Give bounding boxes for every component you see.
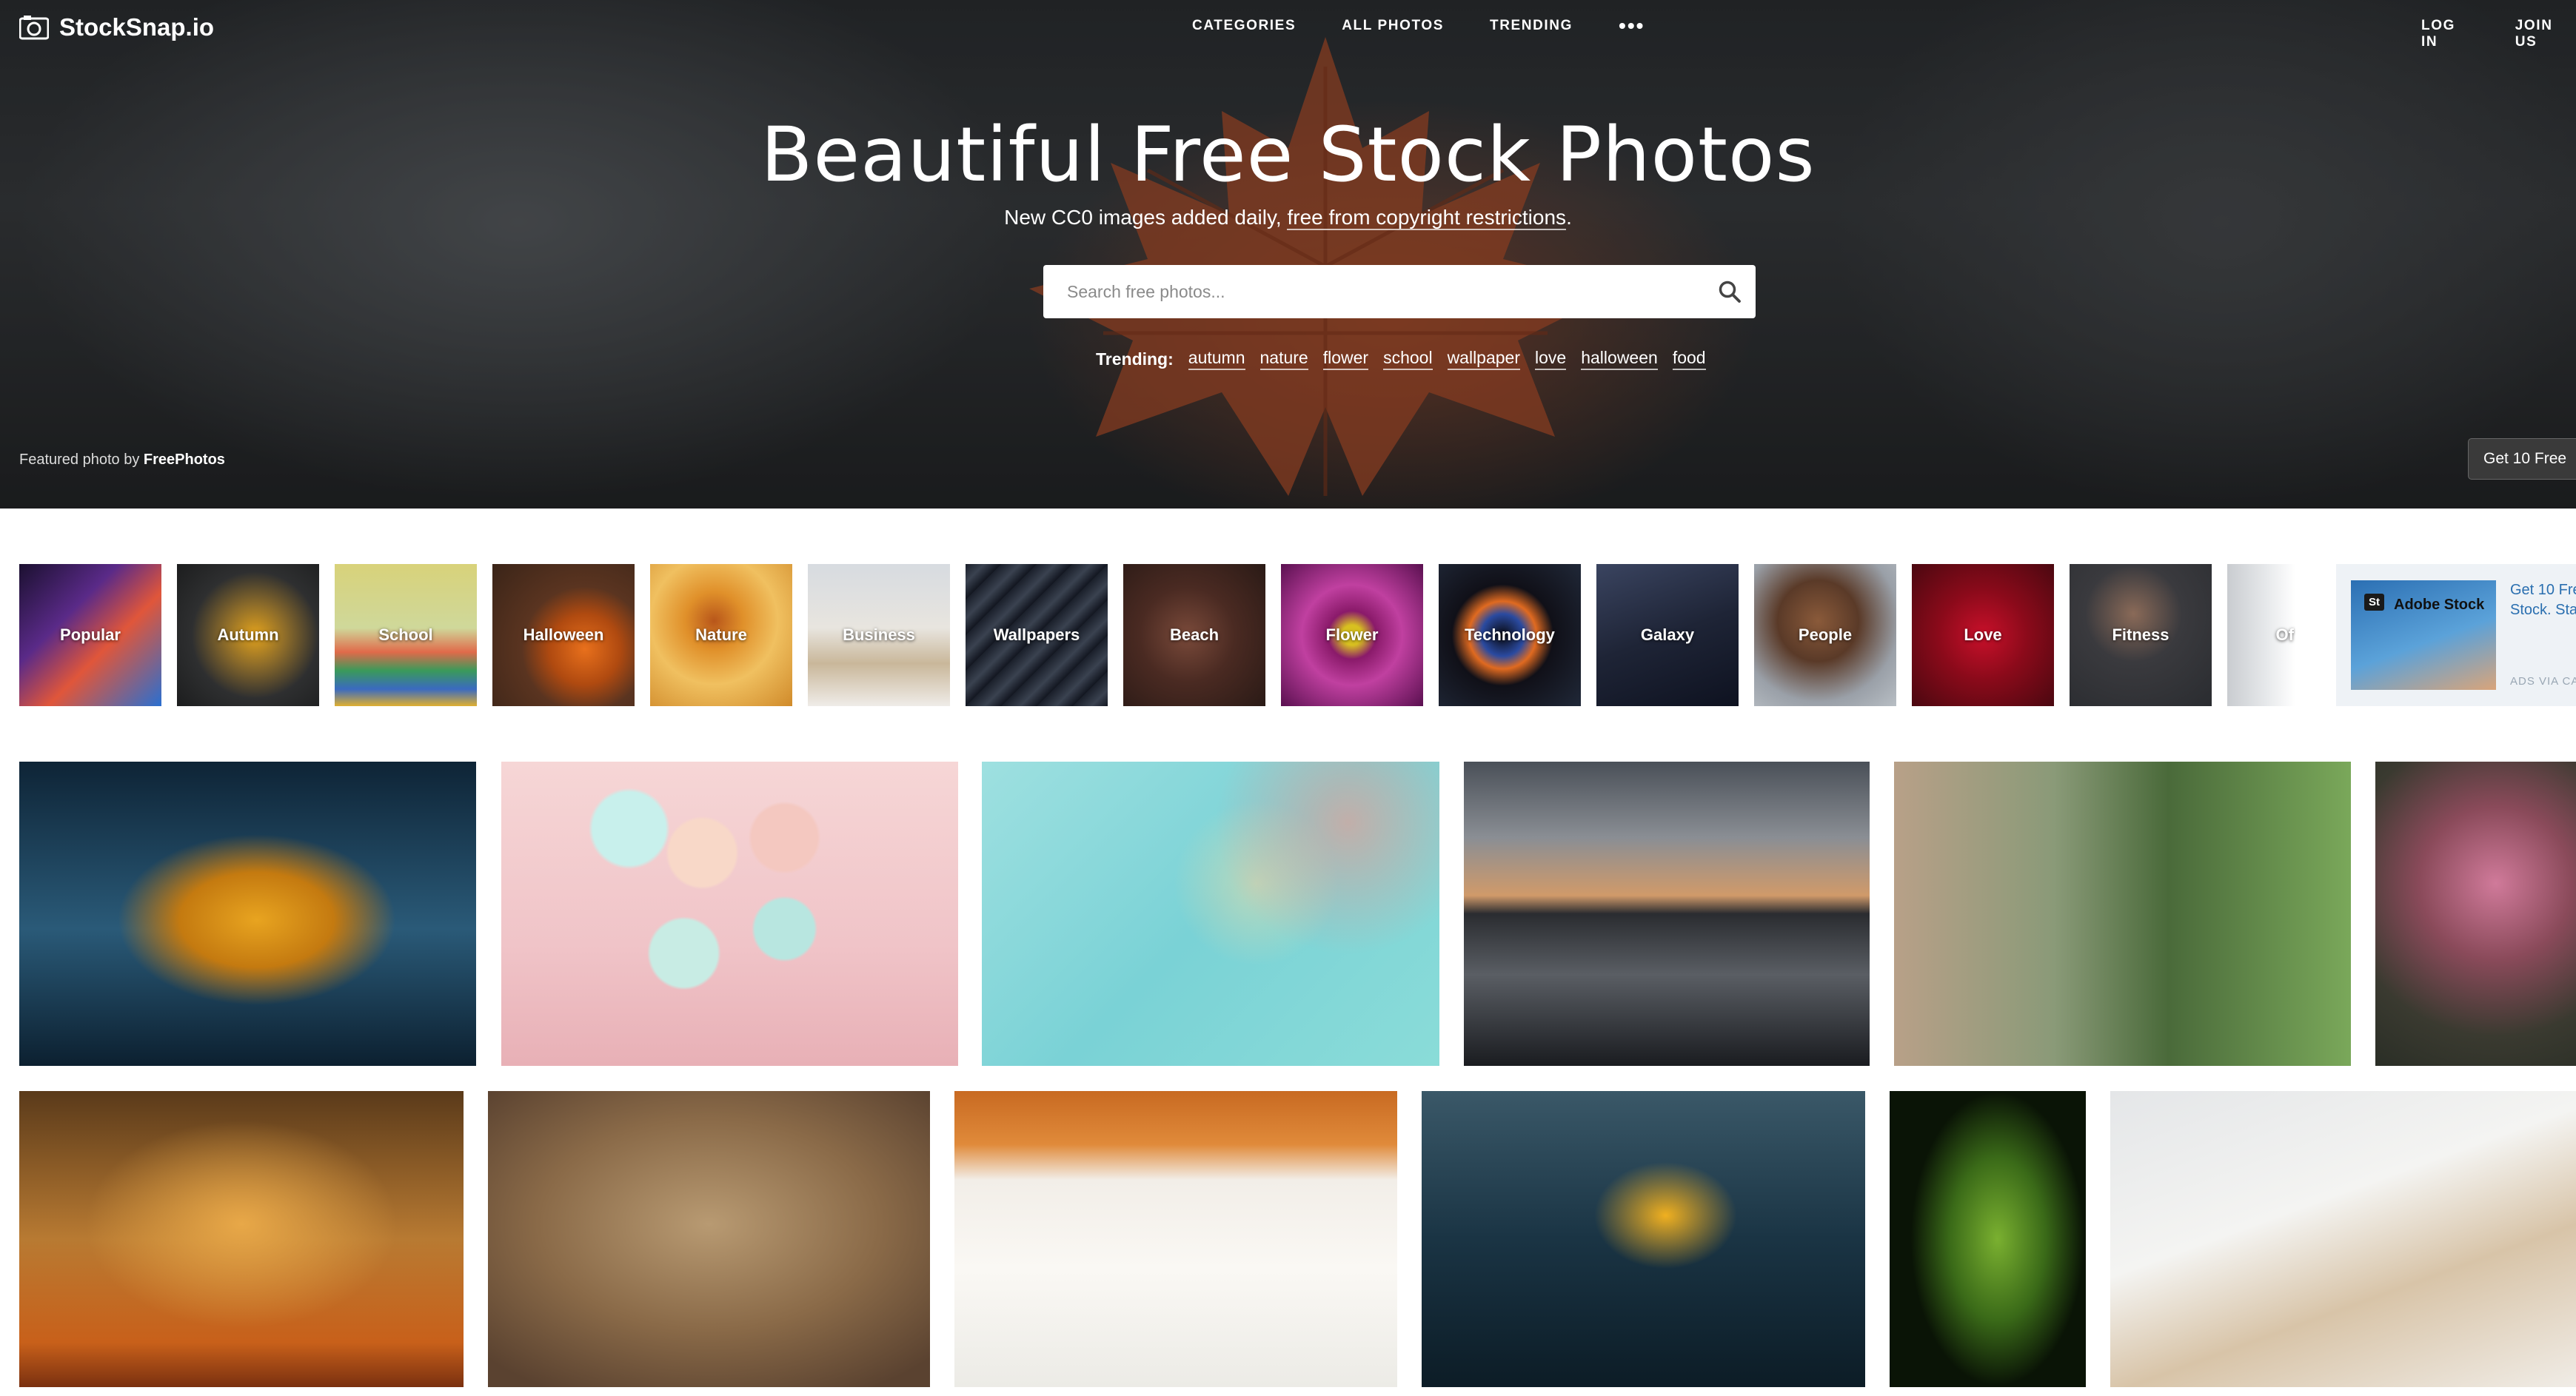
hero-overlay [0, 0, 2576, 509]
trending-tag[interactable]: flower [1322, 348, 1369, 370]
category-label: Popular [60, 625, 121, 644]
photo-confetti[interactable] [982, 762, 1439, 1066]
subtitle-text: New CC0 images added daily, [1004, 206, 1288, 229]
join-link[interactable]: JOIN US [2515, 18, 2576, 50]
trending-tag[interactable]: food [1672, 348, 1706, 370]
search-input[interactable] [1065, 269, 1704, 315]
hero-subtitle: New CC0 images added daily, free from co… [0, 206, 2576, 230]
photo-lake-sunset[interactable] [1464, 762, 1870, 1066]
trending-tag[interactable]: wallpaper [1447, 348, 1521, 370]
category-label: Nature [695, 625, 747, 644]
category-business[interactable]: Business [808, 564, 950, 706]
category-other[interactable]: Of [2227, 564, 2295, 706]
category-popular[interactable]: Popular [19, 564, 161, 706]
category-label: Of [2275, 625, 2294, 644]
category-school[interactable]: School [335, 564, 477, 706]
hero-banner: StockSnap.io CATEGORIES ALL PHOTOS TREND… [0, 0, 2576, 509]
featured-prefix: Featured photo by [19, 452, 144, 468]
category-flower[interactable]: Flower [1281, 564, 1423, 706]
photo-green-leaf[interactable] [1890, 1091, 2086, 1387]
main-nav: CATEGORIES ALL PHOTOS TRENDING ••• [1192, 16, 1645, 36]
category-nature[interactable]: Nature [650, 564, 792, 706]
photo-spa-soap[interactable] [2110, 1091, 2576, 1387]
category-love[interactable]: Love [1912, 564, 2054, 706]
trending-tag[interactable]: halloween [1581, 348, 1658, 370]
photo-pink-flowers[interactable] [2375, 762, 2576, 1066]
site-name: StockSnap.io [59, 13, 215, 41]
trending-tag[interactable]: nature [1259, 348, 1308, 370]
trending-tag[interactable]: school [1383, 348, 1433, 370]
adobe-stock-logo-icon: St [2364, 594, 2384, 611]
ad-image: St Adobe Stock [2351, 580, 2496, 690]
category-label: Fitness [2112, 625, 2169, 644]
trending-tag[interactable]: love [1535, 348, 1567, 370]
trending-tag[interactable]: autumn [1188, 348, 1245, 370]
search-bar [1043, 265, 1756, 318]
ad-copy: Get 10 Free Stock. Sta [2510, 582, 2576, 618]
category-autumn[interactable]: Autumn [177, 564, 319, 706]
nav-trending[interactable]: TRENDING [1490, 18, 1573, 34]
category-label: Autumn [217, 625, 279, 644]
adobe-stock-ad[interactable]: St Adobe Stock Get 10 Free Stock. Sta AD… [2336, 564, 2576, 706]
featured-credit: Featured photo by FreePhotos [19, 452, 225, 469]
category-label: People [1798, 625, 1853, 644]
copyright-link[interactable]: free from copyright restrictions [1287, 206, 1567, 230]
photo-falling-leaves[interactable] [19, 1091, 464, 1387]
photo-pumpkins-wood[interactable] [954, 1091, 1397, 1387]
camera-icon [19, 16, 49, 40]
photo-maple-leaf-water[interactable] [19, 762, 476, 1066]
more-menu-icon[interactable]: ••• [1619, 16, 1645, 36]
account-nav: LOG IN JOIN US [2421, 18, 2576, 50]
category-label: Business [843, 625, 915, 644]
category-label: Technology [1465, 625, 1555, 644]
subtitle-period: . [1566, 206, 1572, 229]
category-halloween[interactable]: Halloween [492, 564, 635, 706]
photo-leaf-rain[interactable] [1422, 1091, 1865, 1387]
category-wallpapers[interactable]: Wallpapers [966, 564, 1108, 706]
photo-birds-branch[interactable] [488, 1091, 930, 1387]
category-strip: Popular Autumn School Halloween Nature B… [19, 564, 2295, 706]
login-link[interactable]: LOG IN [2421, 18, 2474, 50]
category-label: Halloween [523, 625, 604, 644]
search-button[interactable] [1704, 265, 1756, 318]
promo-button[interactable]: Get 10 Free [2468, 438, 2576, 480]
category-label: Galaxy [1640, 625, 1695, 644]
site-logo[interactable]: StockSnap.io [19, 13, 214, 41]
nav-categories[interactable]: CATEGORIES [1192, 18, 1296, 34]
trending-label: Trending: [1096, 349, 1174, 369]
trending-tags: Trending: autumn nature flower school wa… [1096, 348, 1706, 370]
category-label: Beach [1169, 625, 1220, 644]
ad-brand: Adobe Stock [2394, 597, 2485, 613]
photo-balloons[interactable] [501, 762, 958, 1066]
category-label: Wallpapers [993, 625, 1080, 644]
search-icon [1719, 281, 1741, 303]
category-beach[interactable]: Beach [1123, 564, 1265, 706]
nav-all-photos[interactable]: ALL PHOTOS [1342, 18, 1444, 34]
category-people[interactable]: People [1754, 564, 1896, 706]
category-fitness[interactable]: Fitness [2070, 564, 2212, 706]
ad-via: ADS VIA CA [2510, 675, 2576, 688]
category-technology[interactable]: Technology [1439, 564, 1581, 706]
category-label: Flower [1325, 625, 1379, 644]
featured-author-link[interactable]: FreePhotos [144, 452, 225, 468]
category-label: School [378, 625, 433, 644]
category-label: Love [1964, 625, 2002, 644]
category-galaxy[interactable]: Galaxy [1596, 564, 1739, 706]
photo-woman-bench[interactable] [1894, 762, 2351, 1066]
hero-title: Beautiful Free Stock Photos [760, 111, 1816, 199]
